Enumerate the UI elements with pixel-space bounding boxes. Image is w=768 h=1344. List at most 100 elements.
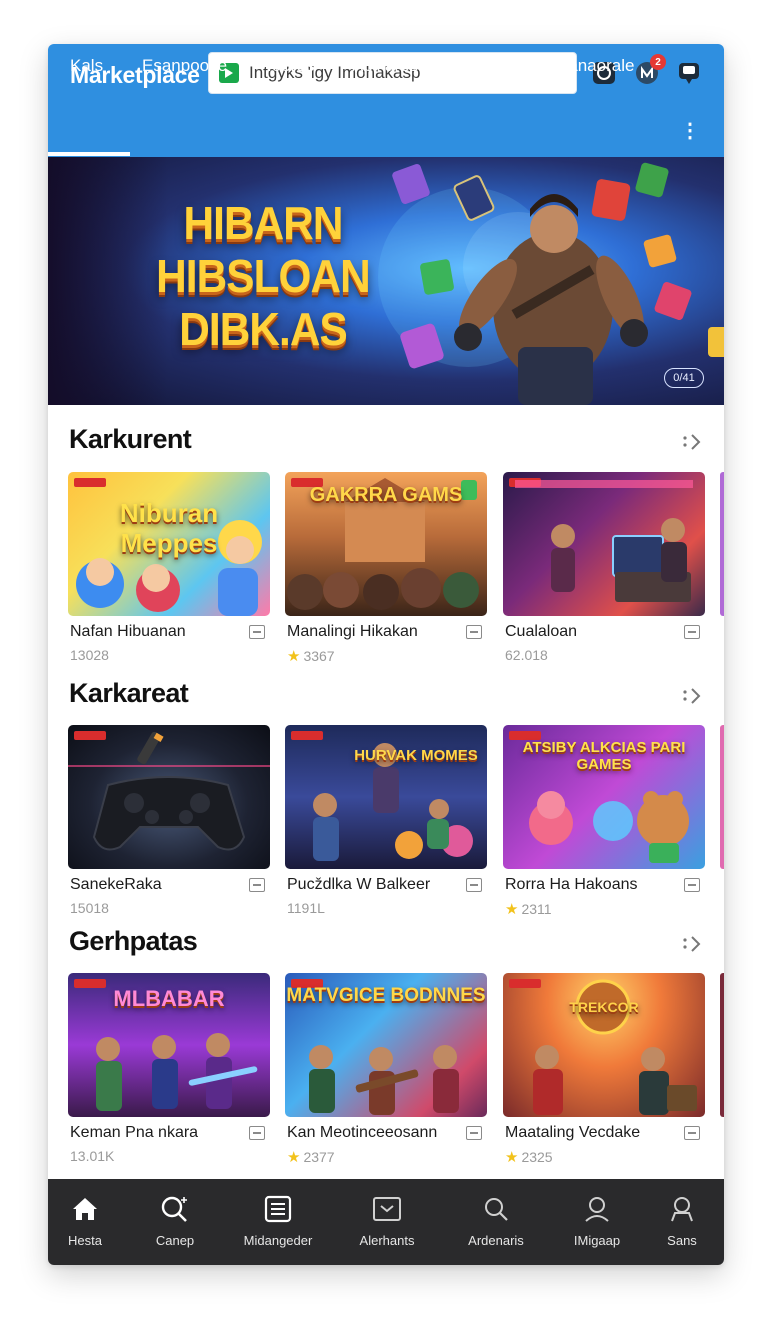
section-title-1: Karkurent: [69, 424, 192, 454]
nav-item-alerhants[interactable]: Alerhants: [347, 1179, 427, 1265]
save-icon[interactable]: [684, 625, 700, 639]
next-card-peek[interactable]: [720, 472, 724, 616]
nav-item-home[interactable]: Hesta: [48, 1179, 125, 1265]
nav-label: Alerhants: [359, 1233, 415, 1248]
hero-banner[interactable]: HIBARN HIBSLOAN DIBK.AS 0/41: [48, 157, 724, 405]
app-name: SanekeRaka: [70, 876, 162, 893]
app-name: Maataling Vecdake: [505, 1124, 641, 1141]
star-icon: ★: [287, 1149, 301, 1166]
app-name: Manalingi Hikakan: [287, 623, 418, 640]
save-icon[interactable]: [684, 878, 700, 892]
save-icon[interactable]: [466, 625, 482, 639]
app-card[interactable]: Cualaloan 62.018: [503, 472, 705, 663]
section-title-3: Gerhpatas: [69, 926, 198, 956]
app-card[interactable]: GAKRRA GAMS Manalingi Hikakan ★ 3367: [285, 472, 487, 665]
section-title-2: Karkareat: [69, 678, 189, 708]
app-meta: 15018: [70, 900, 109, 916]
floating-card-3: [635, 162, 669, 198]
list-icon: [263, 1194, 293, 1224]
section-2-more-icon[interactable]: [681, 684, 705, 708]
banner-page-counter: 0/41: [664, 368, 704, 388]
save-icon[interactable]: [249, 878, 265, 892]
app-name: Kan Meotinceeosann: [287, 1124, 438, 1141]
app-card-thumbnail: [68, 725, 270, 869]
card-art-title: ATSIBY ALKCIAS PARI GAMES: [522, 739, 686, 773]
app-card[interactable]: MATVGICE BODNNES Kan Meotinceeosann ★ 237…: [285, 973, 487, 1166]
more-tabs-icon[interactable]: ⋮: [680, 118, 700, 143]
app-card-thumbnail: MLBABAR: [68, 973, 270, 1117]
nav-item-ardenaris[interactable]: Ardenaris: [456, 1179, 536, 1265]
floating-card-7: [420, 259, 454, 295]
save-icon[interactable]: [684, 1126, 700, 1140]
app-card-thumbnail: HURVAK MOMES: [285, 725, 487, 869]
app-card-thumbnail: ATSIBY ALKCIAS PARI GAMES: [503, 725, 705, 869]
top-header: Marketplace 2 Kals Esanpooke I0eres Apik…: [48, 44, 724, 157]
star-icon: ★: [505, 1149, 519, 1166]
tab-esanpooke[interactable]: Esanpooke: [142, 56, 227, 76]
nav-item-canep[interactable]: Canep: [135, 1179, 215, 1265]
card-art-title: TREKCOR: [569, 999, 639, 1015]
app-card[interactable]: TREKCOR Maataling Vecdake ★ 2325: [503, 973, 705, 1166]
nav-label: Canep: [155, 1233, 195, 1248]
app-card-thumbnail: MATVGICE BODNNES: [285, 973, 487, 1117]
person-icon: [582, 1194, 612, 1224]
card-art-title: GAKRRA GAMS: [309, 484, 463, 506]
card-art-title: Niburan Meppes: [119, 498, 219, 558]
star-icon: ★: [287, 648, 301, 665]
app-card-thumbnail: TREKCOR: [503, 973, 705, 1117]
app-card[interactable]: ATSIBY ALKCIAS PARI GAMES Rorra Ha Hakoa…: [503, 725, 705, 918]
app-window: Marketplace 2 Kals Esanpooke I0eres Apik…: [48, 44, 724, 1265]
app-card-thumbnail: [503, 472, 705, 616]
cart-icon[interactable]: [676, 60, 702, 86]
app-card[interactable]: SanekeRaka 15018: [68, 725, 270, 916]
banner-title-line-2: HIBSLOAN: [156, 250, 371, 302]
next-card-peek[interactable]: [720, 973, 724, 1117]
bottom-navigation: Hesta Canep Midangeder Alerhants Ardenar…: [48, 1179, 724, 1265]
app-name: Keman Pna nkara: [70, 1124, 199, 1141]
search-add-icon: [160, 1194, 190, 1224]
app-meta: 1191L: [287, 900, 325, 916]
app-rating: ★ 3367: [287, 648, 335, 665]
nav-label: Ardenaris: [468, 1233, 524, 1248]
app-card[interactable]: MLBABAR Keman Pna nkara 13.01K: [68, 973, 270, 1164]
profile-icon: [667, 1194, 697, 1224]
inbox-icon: [372, 1194, 402, 1224]
banner-title-line-1: HIBARN: [183, 197, 343, 249]
app-meta: 13028: [70, 647, 109, 663]
app-card-thumbnail: GAKRRA GAMS: [285, 472, 487, 616]
save-icon[interactable]: [466, 1126, 482, 1140]
floating-card-5: [643, 234, 677, 268]
search-icon: [481, 1194, 511, 1224]
next-card-peek[interactable]: [720, 725, 724, 869]
card-art-title: MLBABAR: [113, 986, 225, 1011]
tab-apikaros[interactable]: Apikaros: [352, 56, 418, 76]
app-card[interactable]: Niburan Meppes Nafan Hibuanan 13028: [68, 472, 270, 663]
nav-label: IMigaap: [573, 1233, 621, 1248]
tab-danaorale[interactable]: Danaorale: [556, 56, 634, 76]
floating-card-6: [654, 281, 692, 321]
section-3-more-icon[interactable]: [681, 932, 705, 956]
app-meta: 13.01K: [70, 1148, 115, 1164]
save-icon[interactable]: [249, 625, 265, 639]
section-1-more-icon[interactable]: [681, 430, 705, 454]
save-icon[interactable]: [249, 1126, 265, 1140]
app-card[interactable]: HURVAK MOMES Pucždlka W Balkeer 1191L: [285, 725, 487, 916]
card-art-title: HURVAK MOMES: [354, 747, 478, 764]
app-name: Cualaloan: [505, 623, 578, 640]
banner-title-line-3: DIBK.AS: [179, 303, 347, 355]
notifications-icon[interactable]: 2: [634, 54, 666, 86]
nav-label: Sans: [667, 1233, 697, 1248]
app-meta: 62.018: [505, 647, 548, 663]
star-icon: ★: [505, 901, 519, 918]
save-icon[interactable]: [466, 878, 482, 892]
app-rating: ★ 2311: [505, 901, 552, 918]
tab-i0eres[interactable]: I0eres: [267, 56, 314, 76]
tab-coaunals[interactable]: Coaunals: [453, 56, 525, 76]
nav-item-sans[interactable]: Sans: [642, 1179, 722, 1265]
nav-item-imigaap[interactable]: IMigaap: [557, 1179, 637, 1265]
nav-item-midangeder[interactable]: Midangeder: [238, 1179, 318, 1265]
floating-card-9: [708, 327, 724, 357]
app-name: Pucždlka W Balkeer: [287, 876, 431, 893]
notification-badge: 2: [650, 54, 666, 70]
tab-kals[interactable]: Kals: [70, 56, 103, 76]
